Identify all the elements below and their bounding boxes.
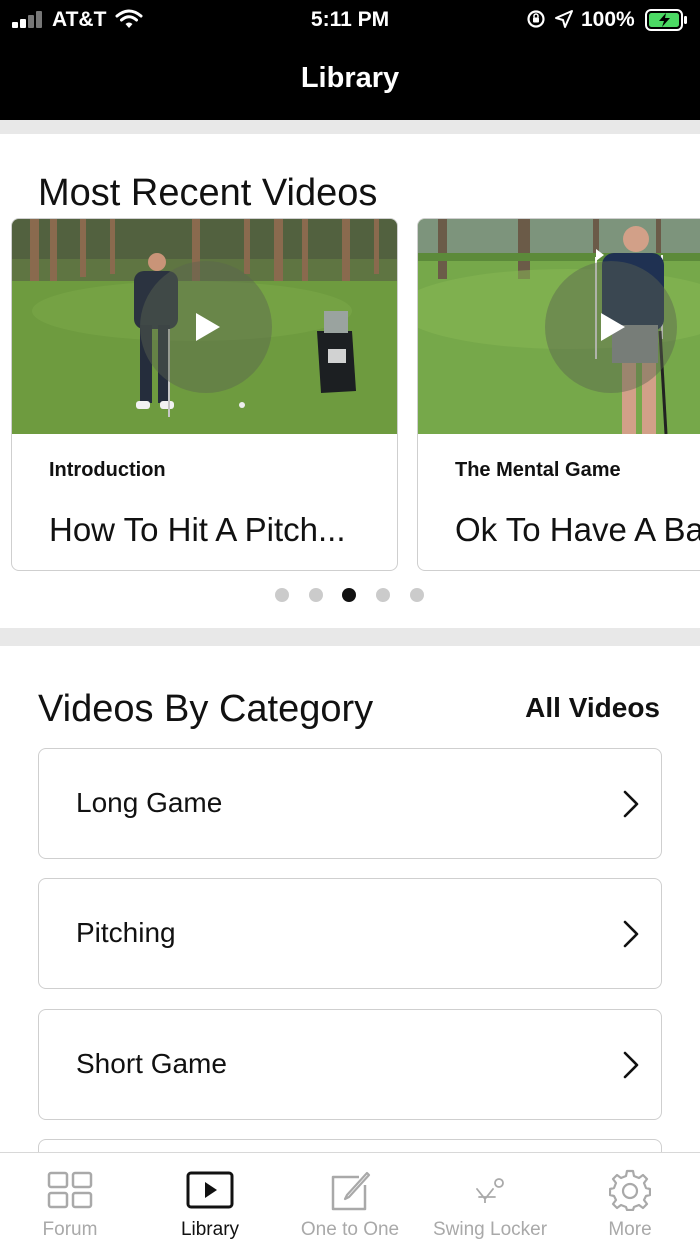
status-bar: AT&T 5:11 PM 100% bbox=[0, 0, 700, 40]
rotation-lock-icon bbox=[527, 10, 545, 28]
grid-icon bbox=[47, 1171, 93, 1209]
video-title: How To Hit A Pitch... bbox=[49, 511, 346, 548]
play-box-icon bbox=[186, 1171, 234, 1209]
video-title: Ok To Have A Ba bbox=[455, 511, 700, 548]
video-thumbnail bbox=[418, 219, 700, 434]
tab-one-to-one[interactable]: One to One bbox=[280, 1153, 420, 1244]
section-divider bbox=[0, 120, 700, 134]
video-card[interactable]: Introduction How To Hit A Pitch... bbox=[11, 218, 398, 571]
video-category: The Mental Game bbox=[455, 459, 621, 481]
tab-library[interactable]: Library bbox=[140, 1153, 280, 1244]
gear-icon bbox=[609, 1169, 651, 1211]
carousel-page-indicator[interactable] bbox=[0, 588, 700, 602]
category-label: Short Game bbox=[76, 1048, 227, 1079]
page-dot[interactable] bbox=[376, 588, 390, 602]
recent-videos-heading: Most Recent Videos bbox=[38, 172, 378, 214]
tab-label: More bbox=[608, 1219, 652, 1240]
battery-icon bbox=[645, 9, 687, 31]
play-icon bbox=[601, 313, 625, 341]
tab-label: One to One bbox=[300, 1219, 400, 1240]
tab-label: Library bbox=[180, 1219, 240, 1240]
section-divider bbox=[0, 628, 700, 646]
video-card[interactable]: The Mental Game Ok To Have A Ba bbox=[417, 218, 700, 571]
category-row-pitching[interactable]: Pitching bbox=[38, 878, 662, 989]
tab-label: Forum bbox=[42, 1219, 98, 1240]
video-thumbnail bbox=[12, 219, 397, 434]
video-category: Introduction bbox=[49, 459, 166, 481]
page-title: Library bbox=[300, 62, 400, 94]
play-overlay[interactable] bbox=[545, 261, 677, 393]
page-dot[interactable] bbox=[410, 588, 424, 602]
location-icon bbox=[555, 10, 573, 28]
chevron-right-icon bbox=[623, 920, 639, 948]
page-dot[interactable] bbox=[309, 588, 323, 602]
tab-bar: Forum Library One to One Swing Locker Mo… bbox=[0, 1152, 700, 1244]
chevron-right-icon bbox=[623, 790, 639, 818]
category-row-short-game[interactable]: Short Game bbox=[38, 1009, 662, 1120]
all-videos-link[interactable]: All Videos bbox=[525, 692, 660, 724]
category-label: Pitching bbox=[76, 917, 176, 948]
golf-tee-icon bbox=[476, 1178, 504, 1203]
tab-forum[interactable]: Forum bbox=[0, 1153, 140, 1244]
chevron-right-icon bbox=[623, 1051, 639, 1079]
battery-percent: 100% bbox=[581, 8, 635, 31]
tab-more[interactable]: More bbox=[560, 1153, 700, 1244]
tab-label: Swing Locker bbox=[432, 1219, 548, 1240]
category-row-long-game[interactable]: Long Game bbox=[38, 748, 662, 859]
page-dot[interactable] bbox=[275, 588, 289, 602]
top-bar: AT&T 5:11 PM 100% Library bbox=[0, 0, 700, 120]
categories-heading: Videos By Category bbox=[38, 688, 374, 730]
play-overlay[interactable] bbox=[140, 261, 272, 393]
tab-swing-locker[interactable]: Swing Locker bbox=[420, 1153, 560, 1244]
page-dot-active[interactable] bbox=[342, 588, 356, 602]
edit-icon bbox=[331, 1171, 371, 1211]
play-icon bbox=[196, 313, 220, 341]
category-label: Long Game bbox=[76, 787, 223, 818]
